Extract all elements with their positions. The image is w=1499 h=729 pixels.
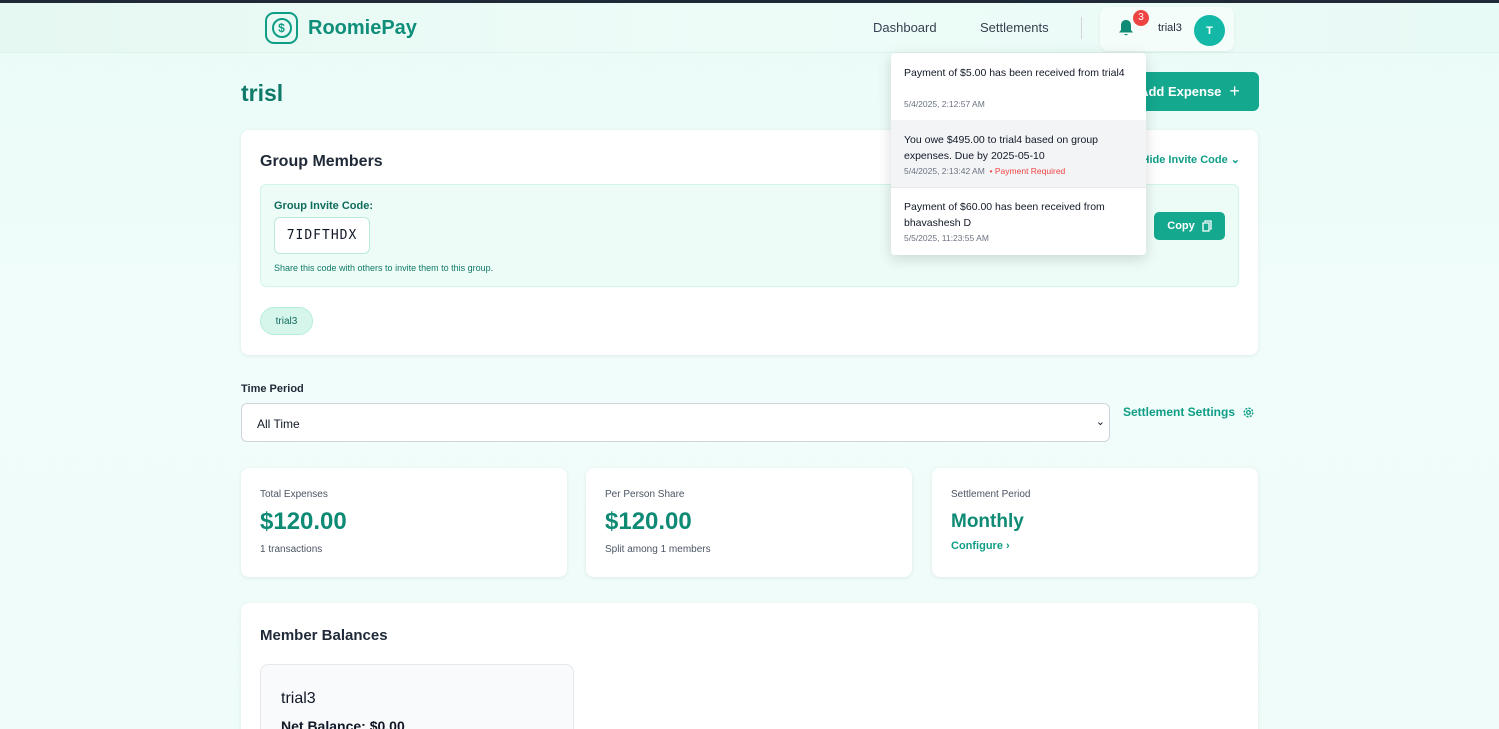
notification-time: 5/4/2025, 2:13:42 AM • Payment Required — [904, 166, 1066, 176]
notification-time: 5/5/2025, 11:23:55 AM — [904, 233, 989, 243]
hide-invite-label: Hide Invite Code — [1141, 154, 1228, 166]
avatar[interactable]: T — [1194, 15, 1225, 46]
stat-value: $120.00 — [260, 508, 347, 535]
member-chip: trial3 — [260, 307, 313, 335]
stat-value: Monthly — [951, 511, 1024, 532]
hide-invite-toggle[interactable]: Hide Invite Code ⌄ — [1142, 153, 1240, 166]
stat-sub: 1 transactions — [260, 544, 323, 555]
nav-dashboard[interactable]: Dashboard — [873, 20, 937, 35]
notification-message: You owe $495.00 to trial4 based on group… — [904, 134, 1099, 162]
dollar-icon: $ — [265, 12, 298, 44]
stat-label: Total Expenses — [260, 489, 328, 500]
chevron-down-icon: ⌄ — [1230, 154, 1240, 166]
notification-time: 5/4/2025, 2:12:57 AM — [904, 99, 985, 109]
copy-button[interactable]: Copy — [1154, 212, 1225, 240]
configure-link[interactable]: Configure › — [951, 540, 1010, 552]
chevron-down-icon: ⌄ — [1095, 416, 1105, 428]
user-menu: 3 trial3 T — [1100, 7, 1234, 51]
stat-label: Settlement Period — [951, 489, 1031, 500]
time-period-select[interactable]: All Time ⌄ — [241, 403, 1110, 442]
payment-required-tag: • Payment Required — [989, 166, 1066, 176]
group-members-title: Group Members — [260, 153, 383, 170]
settlement-settings-label: Settlement Settings — [1123, 405, 1236, 419]
invite-hint: Share this code with others to invite th… — [274, 263, 494, 273]
settlement-settings-link[interactable]: Settlement Settings — [1123, 405, 1255, 419]
app-logo[interactable]: $ RoomiePay — [265, 12, 417, 44]
member-balance-name: trial3 — [281, 690, 316, 707]
member-balance-item: trial3 Net Balance: $0.00 — [260, 664, 574, 729]
bell-icon[interactable] — [1118, 19, 1134, 37]
nav-settlements[interactable]: Settlements — [980, 20, 1049, 35]
top-navbar: $ RoomiePay Dashboard Settlements 3 tria… — [0, 3, 1499, 53]
settlement-period-card: Settlement Period Monthly Configure › — [932, 468, 1258, 577]
plus-icon: + — [1229, 81, 1240, 101]
stat-sub: Split among 1 members — [605, 544, 711, 555]
invite-code-label: Group Invite Code: — [274, 200, 373, 212]
stat-value: $120.00 — [605, 508, 692, 535]
user-name: trial3 — [1158, 22, 1182, 34]
notification-item[interactable]: Payment of $60.00 has been received from… — [891, 187, 1146, 255]
member-balances-card: Member Balances trial3 Net Balance: $0.0… — [241, 603, 1258, 729]
notification-badge: 3 — [1133, 10, 1149, 26]
notifications-dropdown: Payment of $5.00 has been received from … — [891, 53, 1146, 255]
member-net-balance: Net Balance: $0.00 — [281, 718, 405, 729]
notification-message: Payment of $60.00 has been received from… — [904, 201, 1105, 229]
add-expense-label: Add Expense — [1139, 84, 1222, 99]
invite-code-field[interactable]: 7IDFTHDX — [274, 217, 370, 254]
chevron-right-icon: › — [1006, 540, 1010, 552]
per-person-share-card: Per Person Share $120.00 Split among 1 m… — [586, 468, 912, 577]
app-name: RoomiePay — [308, 16, 417, 39]
copy-label: Copy — [1167, 220, 1195, 232]
notification-item[interactable]: Payment of $5.00 has been received from … — [891, 53, 1146, 120]
member-balances-title: Member Balances — [260, 627, 388, 644]
nav-divider — [1081, 17, 1082, 39]
time-period-label: Time Period — [241, 383, 304, 395]
time-period-value: All Time — [257, 417, 300, 431]
stat-label: Per Person Share — [605, 489, 685, 500]
notification-item[interactable]: You owe $495.00 to trial4 based on group… — [891, 120, 1146, 187]
notification-message: Payment of $5.00 has been received from … — [904, 67, 1125, 79]
copy-icon — [1202, 220, 1212, 232]
gear-icon — [1243, 406, 1254, 418]
total-expenses-card: Total Expenses $120.00 1 transactions — [241, 468, 567, 577]
configure-label: Configure — [951, 540, 1003, 552]
page-title: trisl — [241, 80, 284, 106]
